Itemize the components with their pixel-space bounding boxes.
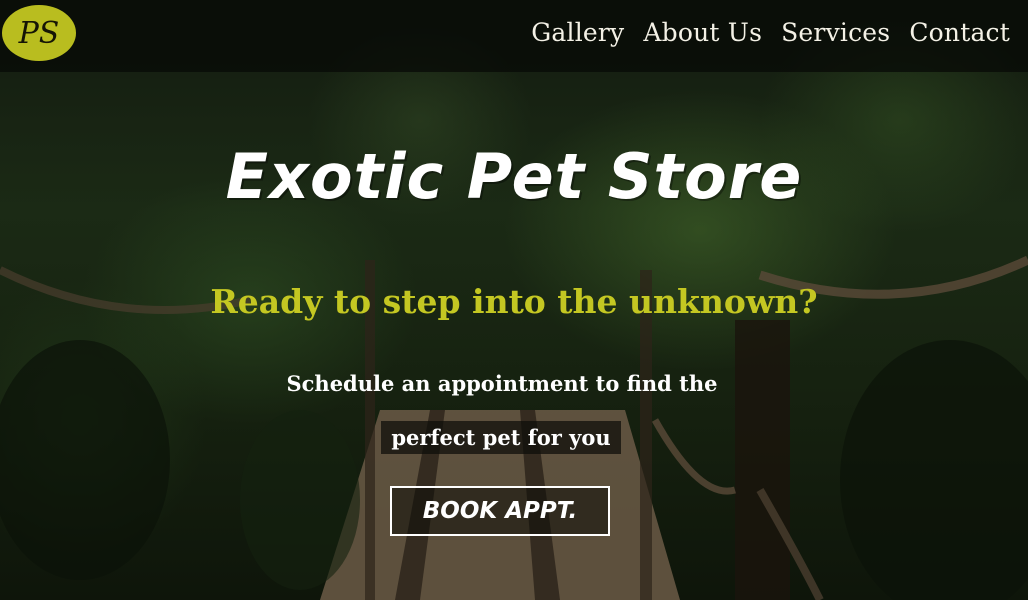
nav-gallery-link[interactable]: Gallery bbox=[531, 18, 624, 47]
nav-links: Gallery About Us Services Contact bbox=[531, 18, 1010, 47]
logo-button[interactable]: PS bbox=[2, 5, 76, 61]
hero-description-line2: perfect pet for you bbox=[381, 421, 621, 454]
hero-description-line1: Schedule an appointment to find the bbox=[286, 371, 718, 396]
hero-subtitle: Ready to step into the unknown? bbox=[210, 282, 818, 321]
nav-contact-link[interactable]: Contact bbox=[909, 18, 1010, 47]
page: PS Gallery About Us Services Contact Exo… bbox=[0, 0, 1028, 600]
top-navbar: PS Gallery About Us Services Contact bbox=[0, 0, 1028, 72]
book-appointment-button[interactable]: BOOK APPT. bbox=[390, 486, 610, 536]
nav-services-link[interactable]: Services bbox=[781, 18, 890, 47]
hero-title: Exotic Pet Store bbox=[225, 140, 803, 213]
logo-text: PS bbox=[18, 15, 60, 51]
nav-about-us-link[interactable]: About Us bbox=[643, 18, 762, 47]
